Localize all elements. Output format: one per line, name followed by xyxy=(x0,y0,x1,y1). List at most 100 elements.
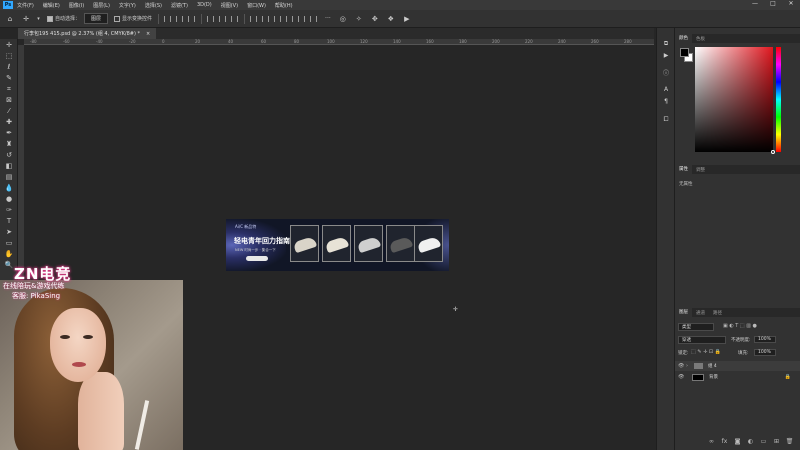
hue-slider[interactable] xyxy=(776,47,781,152)
actions-icon[interactable]: ▶ xyxy=(661,52,671,60)
move-tool-icon[interactable]: ✛ xyxy=(20,14,32,24)
fx-icon[interactable]: fx xyxy=(718,438,731,446)
frame-tool-icon[interactable]: ⊠ xyxy=(3,96,15,104)
3d-mode-icon[interactable]: ◎ xyxy=(337,14,349,24)
tab-layers[interactable]: 图层 xyxy=(675,308,692,317)
opacity-field[interactable]: 100% xyxy=(754,336,776,343)
marquee-tool-icon[interactable]: ⬚ xyxy=(3,52,15,60)
type-tool-icon[interactable]: T xyxy=(3,217,15,225)
align-left-icon[interactable] xyxy=(164,15,172,22)
distribute-icon[interactable] xyxy=(262,15,270,22)
history-brush-tool-icon[interactable]: ↺ xyxy=(3,151,15,159)
video-camera-icon[interactable]: ▶ xyxy=(401,14,413,24)
folder-icon[interactable]: ▭ xyxy=(757,438,770,446)
align-middle-icon[interactable] xyxy=(219,15,227,22)
color-picker-handle[interactable] xyxy=(771,150,775,154)
glyphs-icon[interactable]: ⧠ xyxy=(661,116,671,124)
home-icon[interactable]: ⌂ xyxy=(4,14,16,24)
banner-artwork[interactable]: Ai/C 新品特 轻电青年回力指南 NEW 时尚一步 · 集合一下 xyxy=(226,219,449,271)
auto-select-dropdown[interactable]: 图层 xyxy=(84,13,109,24)
collapsed-panels-dock: ⧉ ▶ ⓘ A ¶ ⧠ xyxy=(656,28,674,450)
layer-filter-dropdown[interactable]: 类型 xyxy=(678,323,714,331)
clone-stamp-tool-icon[interactable]: ♜ xyxy=(3,140,15,148)
crop-tool-icon[interactable]: ⌗ xyxy=(3,85,15,93)
eraser-tool-icon[interactable]: ◧ xyxy=(3,162,15,170)
menu-help[interactable]: 帮助(H) xyxy=(275,2,293,9)
rectangle-tool-icon[interactable]: ▭ xyxy=(3,239,15,247)
close-document-icon[interactable]: × xyxy=(146,31,150,37)
adjustment-icon[interactable]: ◐ xyxy=(744,438,757,446)
visibility-eye-icon[interactable]: 👁 xyxy=(678,374,686,380)
chevron-down-icon[interactable]: ▾ xyxy=(36,14,41,24)
menu-type[interactable]: 文字(Y) xyxy=(119,2,136,9)
path-select-tool-icon[interactable]: ➤ xyxy=(3,228,15,236)
quick-select-tool-icon[interactable]: ✎ xyxy=(3,74,15,82)
brush-tool-icon[interactable]: ✒ xyxy=(3,129,15,137)
tab-swatches[interactable]: 色板 xyxy=(692,36,709,42)
mask-icon[interactable]: ◙ xyxy=(731,438,744,446)
maximize-button[interactable]: □ xyxy=(764,0,782,10)
show-transform-checkbox[interactable] xyxy=(114,15,121,22)
eyedropper-tool-icon[interactable]: ⁄ xyxy=(3,107,15,115)
distribute-icon[interactable] xyxy=(298,15,306,22)
menu-layer[interactable]: 图层(L) xyxy=(93,2,110,9)
minimize-button[interactable]: — xyxy=(746,0,764,10)
menu-select[interactable]: 选择(S) xyxy=(145,2,162,9)
move-tool-icon[interactable]: ✛ xyxy=(3,41,15,49)
menu-file[interactable]: 文件(F) xyxy=(17,2,34,9)
new-layer-icon[interactable]: ⊞ xyxy=(770,438,783,446)
menu-3d[interactable]: 3D(D) xyxy=(197,2,212,8)
lasso-tool-icon[interactable]: ℓ xyxy=(3,63,15,71)
webcam-person-neck xyxy=(78,372,124,450)
layer-filter-icons[interactable]: ▣ ◐ T ⬚ ▥ ● xyxy=(723,323,757,329)
tab-channels[interactable]: 通道 xyxy=(692,310,709,316)
tab-paths[interactable]: 路径 xyxy=(709,310,726,316)
blend-mode-dropdown[interactable]: 穿透 xyxy=(678,336,726,344)
auto-select-checkbox[interactable] xyxy=(47,15,53,22)
align-center-icon[interactable] xyxy=(176,15,184,22)
3d-rotate-icon[interactable]: ✧ xyxy=(353,14,365,24)
hand-tool-icon[interactable]: ✋ xyxy=(3,250,15,258)
align-bottom-icon[interactable] xyxy=(231,15,239,22)
tab-properties[interactable]: 属性 xyxy=(675,165,692,174)
3d-pan-icon[interactable]: ✥ xyxy=(369,14,381,24)
document-tab[interactable]: 行李包195 415.psd @ 2.37% (组 4, CMYK/8#) * … xyxy=(18,28,157,39)
align-right-icon[interactable] xyxy=(188,15,196,22)
align-top-icon[interactable] xyxy=(207,15,215,22)
distribute-icon[interactable] xyxy=(250,15,258,22)
history-icon[interactable]: ⧉ xyxy=(661,40,671,48)
dodge-tool-icon[interactable]: ● xyxy=(3,195,15,203)
3d-slide-icon[interactable]: ❖ xyxy=(385,14,397,24)
close-window-button[interactable]: ✕ xyxy=(782,0,800,10)
trash-icon[interactable]: 🗑 xyxy=(783,438,796,446)
layer-row[interactable]: 👁 背景 🔒 xyxy=(675,372,800,382)
more-options[interactable]: ··· xyxy=(325,15,331,22)
tab-color[interactable]: 颜色 xyxy=(675,34,692,43)
info-icon[interactable]: ⓘ xyxy=(661,70,671,78)
gradient-tool-icon[interactable]: ▤ xyxy=(3,173,15,181)
menu-filter[interactable]: 滤镜(T) xyxy=(171,2,188,9)
blur-tool-icon[interactable]: 💧 xyxy=(3,184,15,192)
disclosure-chevron-icon[interactable]: › xyxy=(686,363,688,369)
distribute-icon[interactable] xyxy=(274,15,282,22)
menu-image[interactable]: 图像(I) xyxy=(69,2,84,9)
pen-tool-icon[interactable]: ✑ xyxy=(3,206,15,214)
menu-window[interactable]: 窗口(W) xyxy=(247,2,266,9)
visibility-eye-icon[interactable]: 👁 xyxy=(678,363,686,369)
menu-view[interactable]: 视图(V) xyxy=(221,2,238,9)
character-icon[interactable]: A xyxy=(661,86,671,94)
paragraph-icon[interactable]: ¶ xyxy=(661,98,671,106)
ruler-tick: 140 xyxy=(393,39,401,44)
layer-row[interactable]: 👁 › 组 4 xyxy=(675,361,800,371)
show-transform-label: 显示变换控件 xyxy=(122,16,153,22)
color-field[interactable] xyxy=(695,47,775,154)
tab-adjustments[interactable]: 调整 xyxy=(692,167,709,173)
lock-icons[interactable]: ⬚ ✎ ✛ ⊡ 🔒 xyxy=(691,349,721,355)
menu-edit[interactable]: 编辑(E) xyxy=(43,2,60,9)
healing-brush-tool-icon[interactable]: ✚ xyxy=(3,118,15,126)
distribute-icon[interactable] xyxy=(310,15,318,22)
fill-field[interactable]: 100% xyxy=(754,349,776,356)
distribute-icon[interactable] xyxy=(286,15,294,22)
foreground-color-swatch[interactable] xyxy=(680,48,689,57)
link-icon[interactable]: ∞ xyxy=(705,438,718,446)
